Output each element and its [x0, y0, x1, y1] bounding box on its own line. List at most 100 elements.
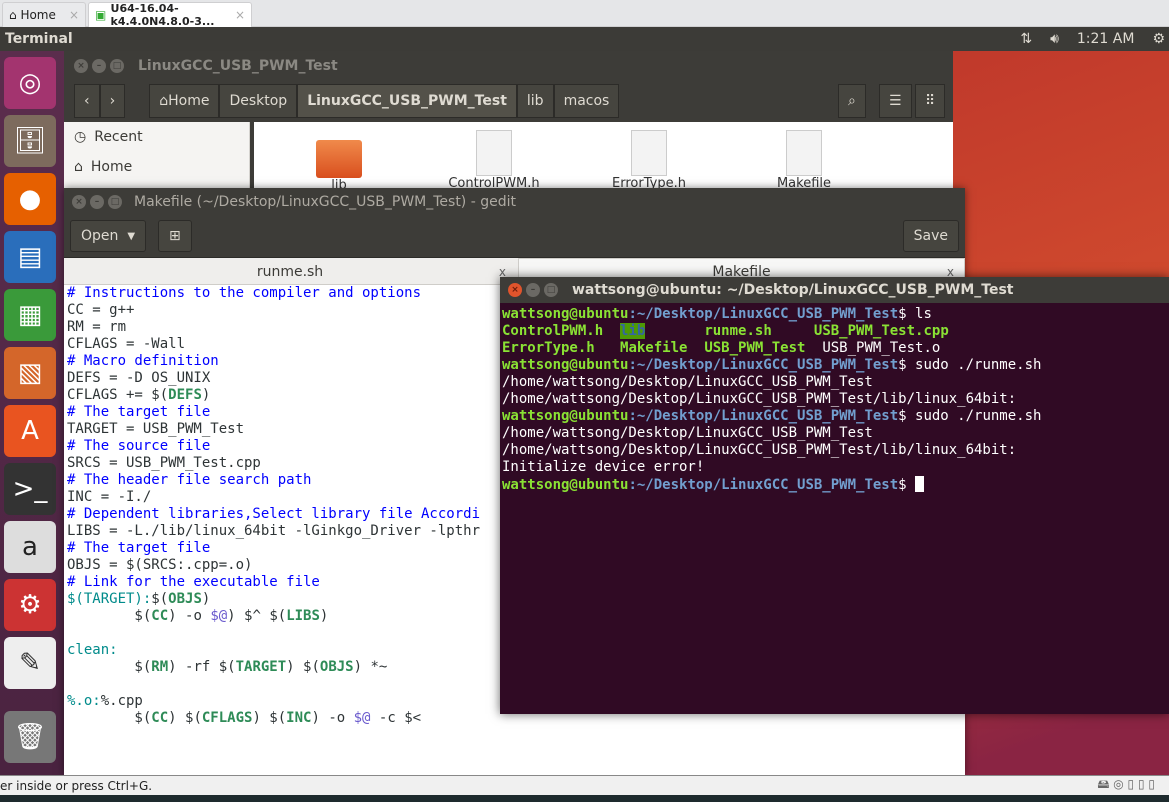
path-lib[interactable]: lib — [516, 84, 554, 118]
terminal-line: /home/wattsong/Desktop/LinuxGCC_USB_PWM_… — [502, 425, 873, 441]
ubuntu-dash-icon[interactable]: ◎ — [4, 57, 56, 109]
software-center-icon[interactable]: A — [4, 405, 56, 457]
source-file-icon — [631, 130, 667, 176]
close-icon[interactable]: × — [74, 59, 88, 73]
files-icon[interactable]: 🗄︎ — [4, 115, 56, 167]
file-item[interactable]: lib — [284, 130, 394, 193]
tab-runme[interactable]: runme.sh x — [64, 258, 516, 285]
save-button[interactable]: Save — [902, 220, 959, 252]
top-panel: Terminal ⇅ 🔊︎ 1:21 AM ⚙ — [0, 27, 1169, 51]
code-line: RM = rm — [67, 319, 127, 335]
path-current[interactable]: LinuxGCC_USB_PWM_Test — [297, 84, 517, 118]
sidebar-item-home[interactable]: ⌂ Home — [64, 152, 249, 182]
path-macos[interactable]: macos — [553, 84, 620, 118]
settings-icon[interactable]: ⚙ — [4, 579, 56, 631]
close-icon[interactable]: × — [508, 283, 522, 297]
code-line: CFLAGS += $(DEFS) — [67, 387, 211, 403]
path-home[interactable]: ⌂ Home — [149, 84, 220, 118]
status-text: er inside or press Ctrl+G. — [0, 778, 153, 793]
forward-button[interactable]: › — [99, 84, 126, 118]
terminal-window: × – □ wattsong@ubuntu: ~/Desktop/LinuxGCC_… — [500, 277, 1169, 714]
code-line: %.o:%.cpp — [67, 693, 143, 709]
code-line: # The header file search path — [67, 472, 312, 488]
maximize-icon[interactable]: □ — [544, 283, 558, 297]
close-icon[interactable]: × — [69, 8, 79, 22]
power-gear-icon[interactable]: ⚙ — [1152, 31, 1165, 47]
code-line: SRCS = USB_PWM_Test.cpp — [67, 455, 261, 471]
trash-icon[interactable]: 🗑︎ — [4, 711, 56, 763]
code-line: # The target file — [67, 404, 211, 420]
code-line: # Macro definition — [67, 353, 219, 369]
file-item[interactable]: ErrorType.h — [594, 130, 704, 191]
minimize-icon[interactable]: – — [90, 194, 104, 209]
clock[interactable]: 1:21 AM — [1077, 31, 1135, 47]
terminal-line: wattsong@ubuntu:~/Desktop/LinuxGCC_USB_P… — [502, 408, 1042, 424]
code-line: OBJS = $(SRCS:.cpp=.o) — [67, 557, 253, 573]
code-line: # Dependent libraries,Select library fil… — [67, 506, 481, 522]
list-view-icon[interactable]: ☰ — [879, 84, 912, 118]
grid-view-icon[interactable]: ⠿ — [915, 84, 946, 118]
cursor — [915, 476, 925, 492]
home-icon: ⌂ — [159, 93, 169, 109]
calc-icon[interactable]: ▦ — [4, 289, 56, 341]
file-item[interactable]: ControlPWM.h — [439, 130, 549, 191]
text-editor-icon[interactable]: ✎ — [4, 637, 56, 689]
terminal-line: ErrorType.h Makefile USB_PWM_Test USB_PW… — [502, 340, 941, 356]
code-line: CFLAGS = -Wall — [67, 336, 186, 352]
code-line: CC = g++ — [67, 302, 135, 318]
close-icon[interactable]: × — [235, 8, 245, 22]
chevron-down-icon: ▼ — [127, 230, 136, 242]
network-icon[interactable]: ⇅ — [1020, 31, 1032, 47]
maximize-icon[interactable]: □ — [108, 194, 122, 209]
vm-tab-ubuntu[interactable]: ▣ U64-16.04-k4.4.0N4.8.0-3... × — [88, 2, 252, 28]
terminal-line: /home/wattsong/Desktop/LinuxGCC_USB_PWM_… — [502, 374, 873, 390]
volume-icon[interactable]: 🔊︎ — [1050, 31, 1059, 47]
code-line: # Link for the executable file — [67, 574, 320, 590]
sidebar-item-recent[interactable]: ◷ Recent — [64, 122, 249, 152]
amazon-icon[interactable]: a — [4, 521, 56, 573]
code-line: # The target file — [67, 540, 211, 556]
terminal-line: ControlPWM.h lib runme.sh USB_PWM_Test.c… — [502, 323, 949, 339]
maximize-icon[interactable]: □ — [110, 59, 124, 73]
path-desktop[interactable]: Desktop — [219, 84, 298, 118]
close-icon[interactable]: × — [72, 194, 86, 209]
code-line: $(CC) -o $@) $^ $(LIBS) — [67, 608, 329, 624]
writer-icon[interactable]: ▤ — [4, 231, 56, 283]
new-document-icon: ⊞ — [169, 228, 181, 244]
code-line: $(CC) $(CFLAGS) $(INC) -o $@ -c $< — [67, 710, 422, 726]
code-line: $(TARGET):$(OBJS) — [67, 591, 211, 607]
device-icons[interactable]: 🖴 ◎ ▯ ▯ ▯ — [1097, 775, 1169, 796]
new-tab-button[interactable]: ⊞ — [158, 220, 192, 252]
code-line: TARGET = USB_PWM_Test — [67, 421, 245, 437]
file-item[interactable]: Makefile — [749, 130, 859, 191]
back-button[interactable]: ‹ — [74, 84, 100, 118]
impress-icon[interactable]: ▧ — [4, 347, 56, 399]
text-file-icon — [786, 130, 822, 176]
file-manager-window: × – □ LinuxGCC_USB_PWM_Test ‹ › ⌂ Home Desk… — [64, 51, 953, 193]
terminal-output[interactable]: wattsong@ubuntu:~/Desktop/LinuxGCC_USB_P… — [500, 303, 1169, 497]
code-line: LIBS = -L./lib/linux_64bit -lGinkgo_Driv… — [67, 523, 481, 539]
vm-icon: ▣ — [95, 8, 111, 22]
vm-tab-home[interactable]: ⌂ Home × — [2, 2, 86, 27]
minimize-icon[interactable]: – — [526, 283, 540, 297]
search-icon[interactable]: ⌕ — [838, 84, 866, 118]
terminal-icon[interactable]: >_ — [4, 463, 56, 515]
minimize-icon[interactable]: – — [92, 59, 106, 73]
active-app-name: Terminal — [5, 31, 73, 47]
firefox-icon[interactable]: ● — [4, 173, 56, 225]
launcher: ◎ 🗄︎ ● ▤ ▦ ▧ A >_ a ⚙ ✎ 🗑︎ — [0, 51, 64, 775]
vmware-tab-bar: ⌂ Home × ▣ U64-16.04-k4.4.0N4.8.0-3... × — [0, 0, 1169, 28]
open-button[interactable]: Open ▼ — [70, 220, 147, 252]
terminal-line: Initialize device error! — [502, 459, 705, 475]
window-title: Makefile (~/Desktop/LinuxGCC_USB_PWM_Tes… — [134, 193, 516, 210]
code-line: # Instructions to the compiler and optio… — [67, 285, 422, 301]
bottom-strip — [0, 795, 1169, 802]
window-title: wattsong@ubuntu: ~/Desktop/LinuxGCC_USB_… — [572, 282, 1014, 298]
code-editor[interactable]: # Instructions to the compiler and optio… — [67, 285, 480, 727]
code-line: # The source file — [67, 438, 211, 454]
code-line: DEFS = -D OS_UNIX — [67, 370, 211, 386]
terminal-line: /home/wattsong/Desktop/LinuxGCC_USB_PWM_… — [502, 442, 1017, 458]
home-icon: ⌂ — [74, 159, 83, 175]
